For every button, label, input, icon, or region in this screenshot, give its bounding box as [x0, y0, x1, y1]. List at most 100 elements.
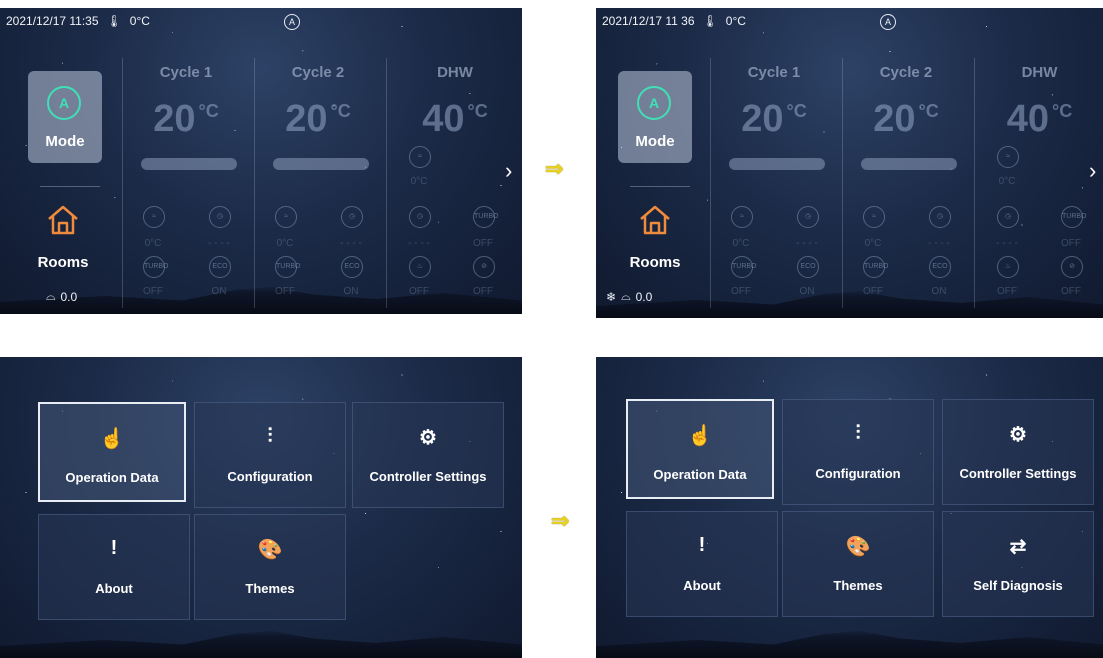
- configuration-button[interactable]: ⫶ Configuration: [782, 399, 934, 505]
- sliders-icon: ⫶: [267, 425, 273, 447]
- transition-arrow-icon: ⇒: [545, 156, 564, 181]
- home-screen-after: 2021/12/17 11 36 🌡 0°C A A Mode Rooms ❄ …: [596, 8, 1103, 318]
- dhw-pump-icon: ≈: [997, 146, 1019, 168]
- status-text: OFF: [1061, 238, 1081, 249]
- status-text: - - - -: [408, 238, 430, 249]
- status-text: 0°C: [276, 238, 294, 249]
- mode-button[interactable]: A Mode: [618, 71, 692, 163]
- status-text: - - - -: [996, 238, 1018, 249]
- setpoint-bar: [141, 158, 237, 170]
- column-title: DHW: [437, 64, 473, 81]
- controller-settings-button[interactable]: ⚙ Controller Settings: [352, 402, 504, 508]
- column-title: Cycle 1: [747, 64, 801, 81]
- controller-settings-button[interactable]: ⚙ Controller Settings: [942, 399, 1094, 505]
- boost-icon: TURBO: [731, 256, 757, 278]
- setpoint-bar: [273, 158, 369, 170]
- self-diagnosis-button[interactable]: ⇄ Self Diagnosis: [942, 511, 1094, 617]
- status-text: OFF: [863, 286, 883, 297]
- tile-label: Configuration: [815, 466, 901, 481]
- status-text: 0°C: [732, 238, 750, 249]
- timer-icon: ◷: [929, 206, 951, 228]
- dhw-column[interactable]: DHW 40 °C ≈ 0°C ◷ TURBO - - - - OFF ♨ ⊘ O…: [974, 58, 1103, 308]
- status-bar: 2021/12/17 11 36 🌡 0°C A: [602, 14, 896, 30]
- gear-icon: ⚙: [1009, 424, 1027, 446]
- house-icon[interactable]: [46, 204, 80, 236]
- status-text: OFF: [143, 286, 163, 297]
- gauge-value: 0.0: [60, 289, 78, 304]
- datetime-text: 2021/12/17 11:35: [6, 14, 99, 28]
- no-leaf-icon: ⊘: [1061, 256, 1083, 278]
- rooms-button[interactable]: Rooms: [614, 254, 696, 271]
- about-button[interactable]: ! About: [626, 511, 778, 617]
- timer-icon: ◷: [341, 206, 363, 228]
- tile-label: Operation Data: [653, 467, 747, 482]
- tile-label: About: [683, 578, 721, 593]
- menu-screen-after: ☝ Operation Data ⫶ Configuration ⚙ Contr…: [596, 357, 1103, 658]
- auto-mode-icon: A: [637, 86, 671, 120]
- auto-mode-icon: A: [880, 14, 896, 30]
- boost-icon: TURBO: [863, 256, 889, 278]
- column-title: DHW: [1021, 64, 1058, 81]
- column-title: Cycle 2: [291, 64, 345, 81]
- status-text: OFF: [473, 238, 493, 249]
- tile-label: Controller Settings: [369, 469, 487, 484]
- dhw-column[interactable]: DHW 40 °C ≈ 0°C ◷ TURBO - - - - OFF ♨ ⊘ O…: [386, 58, 522, 308]
- setpoint-temp: 40 °C: [422, 98, 488, 140]
- gauge-icon: ⌓: [621, 289, 631, 303]
- eco-icon: ECO: [209, 256, 231, 278]
- sliders-icon: ⫶: [855, 422, 861, 444]
- house-icon[interactable]: [638, 204, 672, 236]
- setpoint-temp: 20 °C: [873, 98, 939, 140]
- heating-pump-icon: ≈: [863, 206, 885, 228]
- tile-label: Themes: [245, 581, 295, 596]
- setpoint-temp: 20 °C: [153, 98, 219, 140]
- boost-icon: TURBO: [275, 256, 301, 278]
- gauge-readout: ⌓ 0.0: [46, 289, 77, 304]
- outdoor-temp-text: 0°C: [725, 14, 746, 28]
- heating-pump-icon: ≈: [143, 206, 165, 228]
- thermometer-icon: 🌡: [106, 14, 122, 28]
- divider: [630, 186, 690, 187]
- cycle1-column[interactable]: Cycle 1 20 °C ≈ ◷ 0°C - - - - TURBO ECO O…: [710, 58, 837, 308]
- timer-icon: ◷: [997, 206, 1019, 228]
- tile-label: About: [95, 581, 133, 596]
- status-text: - - - -: [796, 238, 818, 249]
- status-text: ON: [343, 286, 359, 297]
- outdoor-temp-text: 0°C: [129, 14, 150, 28]
- configuration-button[interactable]: ⫶ Configuration: [194, 402, 346, 508]
- dhw-pump-icon: ≈: [409, 146, 431, 168]
- palette-icon: 🎨: [257, 539, 283, 561]
- setpoint-temp: 20 °C: [741, 98, 807, 140]
- cycle1-column[interactable]: Cycle 1 20 °C ≈ ◷ 0°C - - - - TURBO ECO O…: [122, 58, 249, 308]
- gauge-readout: ❄ ⌓ 0.0: [606, 289, 652, 304]
- operation-data-button[interactable]: ☝ Operation Data: [38, 402, 186, 502]
- exclamation-icon: !: [698, 534, 706, 556]
- timer-icon: ◷: [797, 206, 819, 228]
- disinfect-icon: ♨: [997, 256, 1019, 278]
- about-button[interactable]: ! About: [38, 514, 190, 620]
- status-text: - - - -: [208, 238, 230, 249]
- status-text: OFF: [731, 286, 751, 297]
- rooms-button[interactable]: Rooms: [22, 254, 104, 271]
- column-title: Cycle 2: [879, 64, 933, 81]
- chevron-right-icon[interactable]: ›: [505, 158, 512, 184]
- mode-button[interactable]: A Mode: [28, 71, 102, 163]
- setpoint-temp: 40 °C: [1006, 98, 1073, 140]
- palette-icon: 🎨: [845, 536, 871, 558]
- chevron-right-icon[interactable]: ›: [1089, 158, 1096, 184]
- status-text: ON: [799, 286, 815, 297]
- status-text: OFF: [275, 286, 295, 297]
- cycle2-column[interactable]: Cycle 2 20 °C ≈ ◷ 0°C - - - - TURBO ECO O…: [842, 58, 969, 308]
- status-text: ON: [931, 286, 947, 297]
- hand-pointer-icon: ☝: [687, 425, 713, 447]
- status-bar: 2021/12/17 11:35 🌡 0°C A: [6, 14, 300, 30]
- themes-button[interactable]: 🎨 Themes: [782, 511, 934, 617]
- mode-label: Mode: [635, 133, 675, 150]
- operation-data-button[interactable]: ☝ Operation Data: [626, 399, 774, 499]
- cycle2-column[interactable]: Cycle 2 20 °C ≈ ◷ 0°C - - - - TURBO ECO O…: [254, 58, 381, 308]
- tile-label: Operation Data: [65, 470, 159, 485]
- themes-button[interactable]: 🎨 Themes: [194, 514, 346, 620]
- status-text: 0°C: [864, 238, 882, 249]
- timer-icon: ◷: [409, 206, 431, 228]
- status-text: 0°C: [998, 176, 1016, 187]
